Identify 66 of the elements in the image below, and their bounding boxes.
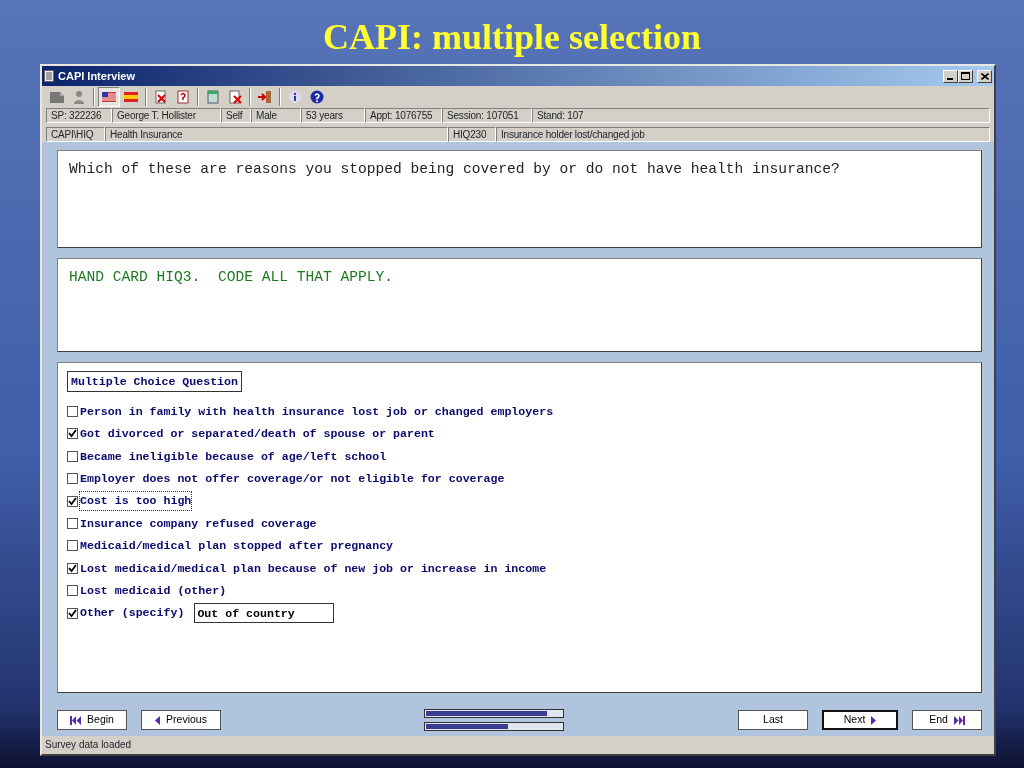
option-label[interactable]: Insurance company refused coverage <box>80 514 317 533</box>
flag-icon <box>123 90 139 104</box>
close-button[interactable] <box>977 69 992 83</box>
option-label[interactable]: Employer does not offer coverage/or not eligible for coverage <box>80 470 505 488</box>
maximize-icon <box>961 72 970 80</box>
checkbox[interactable] <box>67 450 78 462</box>
checkbox[interactable] <box>67 585 78 597</box>
checkbox[interactable] <box>67 428 78 440</box>
question-document-icon <box>175 90 191 104</box>
nav-button[interactable]: End <box>912 710 982 730</box>
checkbox[interactable] <box>67 406 78 418</box>
nav-button[interactable]: Next <box>822 710 898 730</box>
section-field: Insurance holder lost/changed job <box>496 127 990 142</box>
specify-field[interactable]: Out of country <box>194 603 335 624</box>
maximize-button[interactable] <box>958 69 973 83</box>
checkbox[interactable] <box>67 562 78 574</box>
skip-back-icon <box>70 715 82 725</box>
info-field: George T. Hollister <box>112 108 221 123</box>
minimize-button[interactable] <box>943 69 958 83</box>
status-text: Survey data loaded <box>44 738 133 752</box>
previous-icon <box>155 715 161 725</box>
answer-heading: Multiple Choice Question <box>67 371 242 393</box>
exit-door-icon <box>257 90 273 104</box>
document-cross-icon <box>153 90 169 104</box>
checkbox[interactable] <box>67 518 78 530</box>
slide-title: CAPI: multiple selection <box>323 17 701 57</box>
document-icon <box>44 70 54 82</box>
option-label[interactable]: Became ineligible because of age/left school <box>80 447 387 466</box>
window-icon <box>205 90 221 104</box>
nav-button[interactable]: Previous <box>141 710 221 730</box>
info-field: Stand: 107 <box>532 108 990 123</box>
info-field: Male <box>251 108 301 123</box>
help-icon <box>309 90 325 104</box>
toolbar-button[interactable] <box>98 87 120 107</box>
document-cross-icon <box>227 90 243 104</box>
window-title: CAPI Interview <box>58 68 136 84</box>
section-field: Health Insurance <box>105 127 448 142</box>
checkbox[interactable] <box>67 540 78 552</box>
next-icon <box>871 715 877 725</box>
option-label[interactable]: Person in family with health insurance lost job or changed employers <box>80 402 554 421</box>
option-label[interactable]: Cost is too high <box>80 492 192 510</box>
close-icon <box>980 72 989 80</box>
nav-button[interactable]: Begin <box>57 710 127 730</box>
nav-button[interactable]: Last <box>738 710 808 730</box>
checkbox[interactable] <box>67 495 78 507</box>
info-field: 53 years <box>301 108 365 123</box>
skip-forward-icon <box>953 715 965 725</box>
option-label[interactable]: Medicaid/medical plan stopped after pregnancy <box>80 537 394 555</box>
info-field: Appt: 1076755 <box>365 108 442 123</box>
section-field: HIQ230 <box>448 127 496 142</box>
instruction-text: HAND CARD HIQ3. CODE ALL THAT APPLY. <box>68 268 395 287</box>
info-field: Self <box>221 108 251 123</box>
option-label[interactable]: Got divorced or separated/death of spouse or parent <box>80 425 435 443</box>
info-icon <box>287 90 303 104</box>
info-field: Session: 107051 <box>442 108 532 123</box>
checkbox[interactable] <box>67 607 78 619</box>
checkbox[interactable] <box>67 473 78 485</box>
option-label[interactable]: Lost medicaid (other) <box>80 582 227 600</box>
question-text: Which of these are reasons you stopped being covered by or do not have health insurance? <box>68 160 841 179</box>
option-label[interactable]: Other (specify) <box>80 604 185 622</box>
option-label[interactable]: Lost medicaid/medical plan because of new job or increase in income <box>80 559 547 577</box>
flag-icon <box>101 90 117 104</box>
person-icon <box>71 90 87 104</box>
info-field: SP: 322236 <box>46 108 112 123</box>
section-field: CAPI\HIQ <box>46 127 105 142</box>
note-icon <box>49 90 65 104</box>
